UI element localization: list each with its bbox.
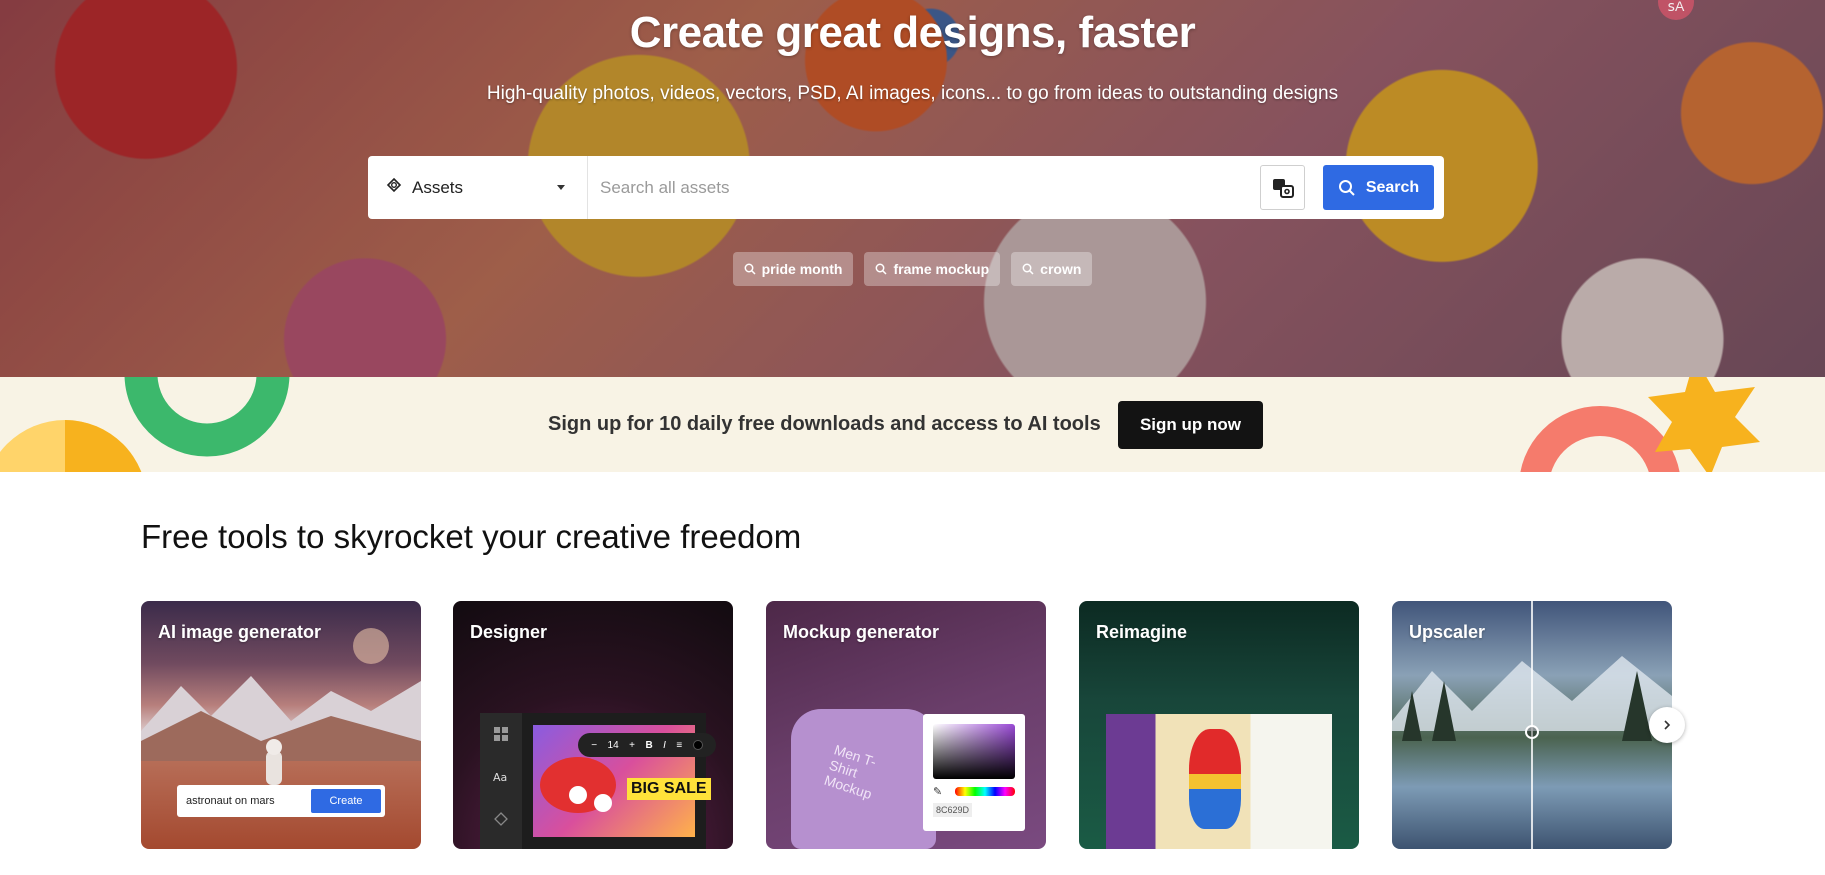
svg-text:Aa: Aa — [493, 771, 507, 784]
search-input[interactable] — [588, 156, 1260, 219]
asset-type-dropdown[interactable]: Assets — [368, 156, 588, 219]
tool-card-title: Designer — [470, 622, 548, 642]
signup-banner-text: Sign up for 10 daily free downloads and … — [548, 413, 1101, 435]
designer-sidebar: Aa — [480, 713, 522, 849]
search-icon — [876, 263, 887, 275]
layout-icon: Aa — [493, 727, 508, 826]
tool-card-title: Mockup generator — [783, 622, 940, 642]
parrot-illustration — [1189, 729, 1241, 829]
assets-icon — [386, 177, 402, 198]
tag-label: crown — [1040, 261, 1082, 277]
tool-card-title: Reimagine — [1096, 622, 1188, 642]
tool-card-title: AI image generator — [158, 622, 322, 642]
hue-slider — [955, 787, 1015, 796]
eyedropper-icon: ✎ — [933, 786, 943, 798]
signup-button[interactable]: Sign up now — [1118, 401, 1263, 449]
search-icon — [1022, 263, 1034, 275]
search-button-label: Search — [1365, 178, 1420, 196]
tag-label: frame mockup — [893, 261, 990, 277]
tool-card-ai-image-generator[interactable]: AI image generator astronaut on mars Cre… — [141, 601, 421, 849]
image-search-button[interactable] — [1260, 165, 1305, 210]
hex-value: 8C629D — [933, 803, 973, 817]
text-toolbar: −14 + B I ≡ — [578, 733, 716, 757]
color-picker-area — [933, 724, 1015, 779]
search-icon — [744, 263, 756, 275]
asset-type-label: Assets — [412, 177, 464, 197]
hero-subtitle: High-quality photos, videos, vectors, PS… — [486, 83, 1339, 104]
hero-title: Create great designs, faster — [629, 8, 1196, 57]
ai-prompt-box: astronaut on mars Create — [177, 785, 385, 817]
carousel-next-button[interactable] — [1649, 707, 1685, 743]
tag-chip[interactable]: frame mockup — [864, 252, 1001, 286]
compare-slider-handle[interactable] — [1525, 725, 1539, 739]
tool-card-reimagine[interactable]: Reimagine — [1079, 601, 1359, 849]
ai-prompt-text: astronaut on mars — [186, 795, 275, 807]
chevron-down-icon — [557, 185, 565, 190]
hero-banner: ꜱA Create great designs, faster High-qua… — [0, 0, 1825, 377]
tool-card-designer[interactable]: Designer Aa −14 + B I ≡ BIG SALE — [453, 601, 733, 849]
signup-banner: Sign up for 10 daily free downloads and … — [0, 377, 1825, 472]
sale-text: BIG SALE — [627, 778, 711, 800]
search-bar: Assets Search — [368, 156, 1444, 219]
tools-section-title: Free tools to skyrocket your creative fr… — [141, 518, 802, 555]
suggested-tags: pride month frame mockup crown — [0, 252, 1825, 286]
create-button: Create — [311, 789, 381, 813]
tool-card-upscaler[interactable]: Upscaler — [1392, 601, 1672, 849]
image-search-icon — [1272, 178, 1294, 198]
tool-card-mockup-generator[interactable]: Mockup generator Men T-Shirt Mockup ✎ 8C… — [766, 601, 1046, 849]
tag-label: pride month — [761, 261, 843, 277]
tool-card-title: Upscaler — [1409, 622, 1486, 642]
search-button[interactable]: Search — [1323, 165, 1434, 210]
tag-chip[interactable]: pride month — [732, 252, 854, 286]
search-icon — [1338, 179, 1355, 196]
color-picker: ✎ 8C629D — [923, 714, 1025, 831]
chevron-right-icon — [1664, 720, 1671, 730]
tag-chip[interactable]: crown — [1011, 252, 1093, 286]
